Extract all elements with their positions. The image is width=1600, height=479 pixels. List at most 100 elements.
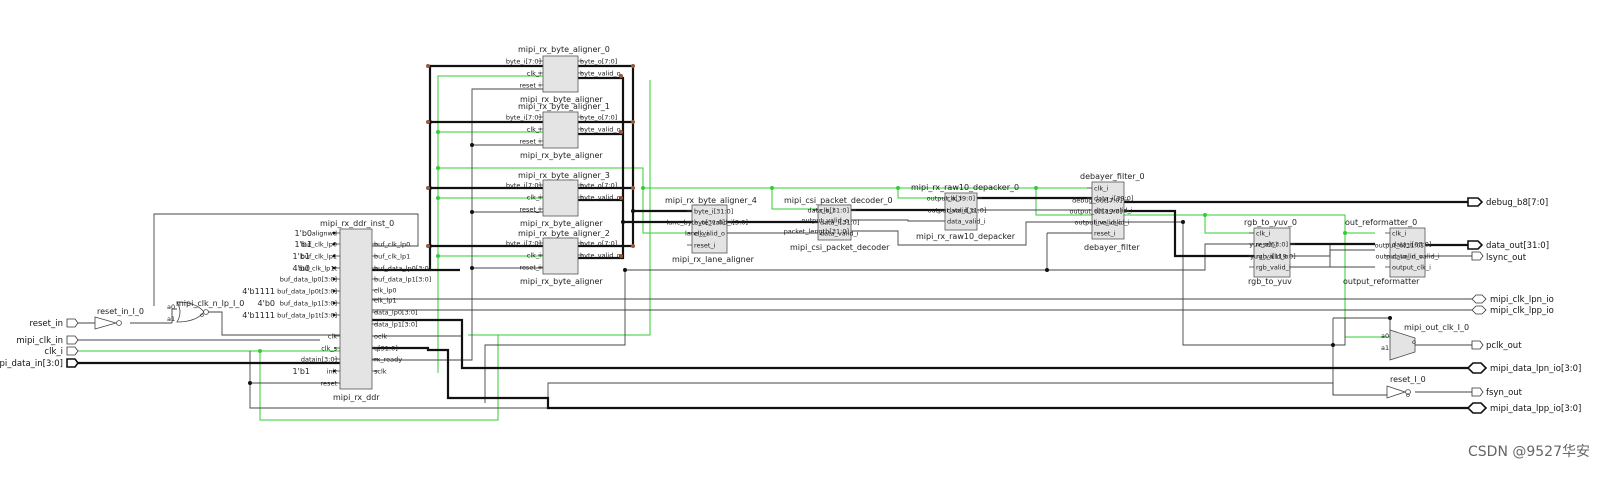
rgb2yuv-out-pin: yuv_o[63:0] <box>1249 240 1288 248</box>
ddr-out-pin: q[31:0] <box>374 344 398 352</box>
ddr-out-pin: buf_clk_lp0 <box>374 240 410 248</box>
aligner-instance-name: mipi_rx_byte_aligner_3 <box>518 171 610 180</box>
reset-in-buffer[interactable]: reset_in_I_0 <box>94 307 144 330</box>
mipi-rx-ddr-block[interactable]: mipi_rx_ddr_inst_0 mipi_rx_ddr alignwdbu… <box>242 219 431 402</box>
ddr-out-pin: data_lp0[3:0] <box>374 308 418 316</box>
raw10-depacker-block[interactable]: mipi_rx_raw10_depacker_0 mipi_rx_raw10_d… <box>911 183 1019 241</box>
input-port-reset[interactable]: reset_in <box>29 318 79 329</box>
byte-aligner-0[interactable]: mipi_rx_byte_aligner_0mipi_rx_byte_align… <box>506 45 621 104</box>
reformatter-in-pin: clk_i <box>1392 229 1406 237</box>
aligner-box <box>542 179 579 217</box>
ddr-out-pin: rx_ready <box>374 355 402 363</box>
fsyn-inverter[interactable]: o reset_I_0 <box>1386 375 1426 399</box>
raw10-instance-name: mipi_rx_raw10_depacker_0 <box>911 183 1019 192</box>
io-port-mipi-data-lpn[interactable]: mipi_data_lpn_io[3:0] <box>1466 362 1581 374</box>
aligner-in-pin: reset_i <box>519 81 541 89</box>
aligner-out-pin: byte_o[7:0] <box>580 181 617 189</box>
reformatter-out-pin: output_o[31:0] <box>1375 241 1423 249</box>
output-port-lsync[interactable]: lsync_out <box>1471 251 1527 263</box>
mux-pin-a0: a0 <box>1381 332 1389 340</box>
lane-instance-name: mipi_rx_byte_aligner_4 <box>665 196 757 205</box>
io-port-mipi-clk-lpn[interactable]: mipi_clk_lpn_io <box>1471 294 1554 305</box>
ddr-in-pin: buf_data_lp0t[3:0] <box>277 287 337 295</box>
mipi-clk-in-label: mipi_clk_in <box>16 336 63 346</box>
ddr-out-pin: data_lp1[3:0] <box>374 320 418 328</box>
csi-out-pin: output_valid_o <box>802 216 850 224</box>
raw10-out-pin: output_o[39:0] <box>927 194 975 202</box>
aligner-in-pin: clk_i <box>527 251 541 259</box>
io-port-mipi-data-lpp[interactable]: mipi_data_lpp_io[3:0] <box>1466 402 1581 414</box>
reformatter-instance-name: out_reformatter_0 <box>1345 218 1417 227</box>
csi-instance-name: mipi_csi_packet_decoder_0 <box>784 196 893 205</box>
mipi-clk-gate[interactable]: a0 a1 o mipi_clk_n_lp_I_0 <box>167 299 244 323</box>
ddr-out-pin: oclk <box>374 332 387 340</box>
watermark: CSDN @9527华安 <box>1468 444 1590 460</box>
lane-in-pin: reset_i <box>694 241 716 249</box>
rgb2yuv-type-label: rgb_to_yuv <box>1248 277 1292 286</box>
rgb2yuv-in-pin: rgb_valid_i <box>1256 263 1291 271</box>
rgb-to-yuv-block[interactable]: rgb_to_yuv_0 rgb_to_yuv clk_ireset_irgb_… <box>1244 218 1297 286</box>
aligner-out-pin: byte_valid_o <box>580 251 621 259</box>
aligner-in-pin: clk_i <box>527 125 541 133</box>
aligner-out-pin: byte_o[7:0] <box>580 57 617 65</box>
byte-aligner-1[interactable]: mipi_rx_byte_aligner_1 mipi_rx_byte_align… <box>506 102 621 160</box>
debayer-type-label: debayer_filter <box>1084 243 1140 252</box>
ddr-in-pin: clk <box>328 332 337 340</box>
rgb2yuv-out-pin: yuv_valid_o <box>1250 252 1288 260</box>
lane-aligner-block[interactable]: mipi_rx_byte_aligner_4 mipi_rx_lane_alig… <box>665 196 757 264</box>
mipi-clk-lpp-label: mipi_clk_lpp_io <box>1490 306 1554 316</box>
csi-out-pin: packet_length[31:0] <box>784 227 849 235</box>
debayer-in-pin: clk_i <box>1094 184 1108 192</box>
mipi-clk-gate-name: mipi_clk_n_lp_I_0 <box>176 299 244 308</box>
ddr-out-pin: buf_clk_lp1 <box>374 252 410 260</box>
gate-pin-a0: a0 <box>167 303 175 311</box>
input-port-mipi-clk[interactable]: mipi_clk_in <box>16 335 79 346</box>
ddr-constant: 1'b1 <box>293 367 310 376</box>
ddr-out-pin: clk_lp0 <box>374 286 396 294</box>
byte-aligner-2[interactable]: mipi_rx_byte_aligner_3 mipi_rx_byte_align… <box>506 171 621 228</box>
raw10-type-label: mipi_rx_raw10_depacker <box>916 232 1016 241</box>
debug-b8-label: debug_b8[7:0] <box>1486 198 1548 208</box>
io-port-mipi-clk-lpp[interactable]: mipi_clk_lpp_io <box>1471 305 1554 316</box>
aligner-in-pin: clk_i <box>527 69 541 77</box>
output-reformatter-block[interactable]: out_reformatter_0 output_reformatter clk… <box>1343 218 1440 286</box>
aligner-in-pin: byte_i[7:0] <box>506 181 541 189</box>
input-port-mipi-data[interactable]: mipi_data_in[3:0] <box>0 358 79 369</box>
data-out-label: data_out[31:0] <box>1486 241 1549 251</box>
output-port-fsyn[interactable]: fsyn_out <box>1471 387 1523 398</box>
aligner-in-pin: reset_i <box>519 205 541 213</box>
input-port-clk-i[interactable]: clk_i <box>44 346 79 357</box>
output-port-debug-b8[interactable]: debug_b8[7:0] <box>1467 197 1548 208</box>
aligner-type-label: mipi_rx_byte_aligner <box>520 219 603 228</box>
debayer-out-pin: debug_out[7:0] <box>1072 196 1122 204</box>
output-port-data-out[interactable]: data_out[31:0] <box>1467 240 1549 251</box>
aligner-in-pin: byte_i[7:0] <box>506 57 541 65</box>
fsyn-inverter-name: reset_I_0 <box>1390 375 1426 384</box>
reset-in-buffer-name: reset_in_I_0 <box>97 307 144 316</box>
clk-i-label: clk_i <box>44 347 63 357</box>
reformatter-in-pin: output_clk_i <box>1392 263 1431 271</box>
raw10-in-pin: data_valid_i <box>947 217 986 225</box>
ddr-constant: 1'b1 <box>293 252 310 261</box>
schematic-canvas: reset_in mipi_clk_in clk_i mipi_data_in[… <box>0 45 1590 460</box>
debayer-instance-name: debayer_filter_0 <box>1080 172 1145 181</box>
ddr-constant: 4'b1111 <box>242 311 275 320</box>
byte-aligner-3[interactable]: mipi_rx_byte_aligner_2 mipi_rx_byte_align… <box>506 229 621 286</box>
fsyn-out-label: fsyn_out <box>1486 388 1523 398</box>
gate-pin-a1: a1 <box>167 315 175 323</box>
ddr-in-pin: buf_data_lp0[3:0] <box>280 275 337 283</box>
debayer-in-pin: reset_i <box>1094 229 1116 237</box>
csi-decoder-block[interactable]: mipi_csi_packet_decoder_0 mipi_csi_packe… <box>784 196 893 252</box>
aligner-in-pin: clk_i <box>527 193 541 201</box>
ddr-out-pin: buf_data_lp0[3:0] <box>374 264 431 272</box>
debayer-out-pin: output_o[119:0] <box>1070 207 1122 215</box>
aligner-in-pin: byte_i[7:0] <box>506 113 541 121</box>
debayer-out-pin: output_valid_o <box>1075 218 1123 226</box>
aligner-in-pin: reset_i <box>519 263 541 271</box>
gate-pin-o: o <box>200 311 204 319</box>
ddr-out-pin: clk_lp1 <box>374 296 396 304</box>
output-port-pclk[interactable]: pclk_out <box>1471 340 1522 351</box>
pclk-mux[interactable]: a0 a1 o mipi_out_clk_I_0 <box>1381 323 1469 361</box>
mipi-data-in-label: mipi_data_in[3:0] <box>0 359 63 369</box>
csi-type-label: mipi_csi_packet_decoder <box>790 243 890 252</box>
